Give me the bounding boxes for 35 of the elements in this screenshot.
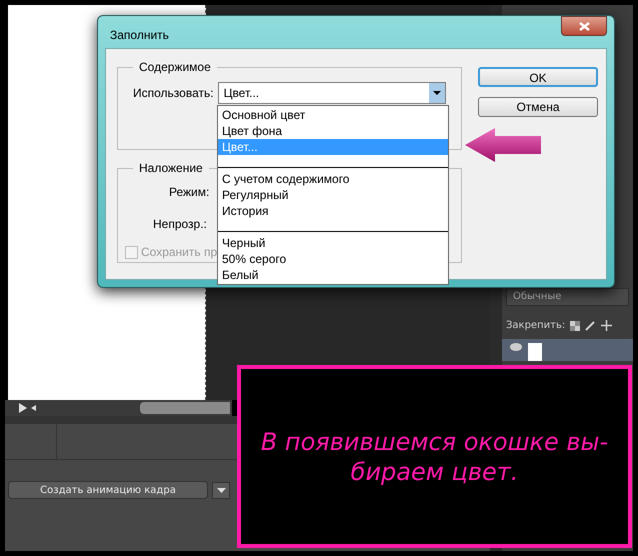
dropdown-option[interactable]: Основной цвет [218,107,448,123]
create-animation-button[interactable]: Создать анимацию кадра [8,481,208,499]
dropdown-option[interactable]: История [218,203,448,219]
dialog-button[interactable]: OK [478,67,598,87]
layer-row[interactable] [502,339,633,361]
use-select[interactable]: Цвет... [218,82,446,104]
dropdown-option[interactable]: С учетом содержимого [218,171,448,187]
checkerboard-icon[interactable] [570,320,580,330]
use-label: Использовать: [133,85,214,102]
annotation-text: бираем цвет. [350,456,518,486]
dropdown-option[interactable]: Цвет фона [218,123,448,139]
dropdown-option[interactable]: Регулярный [218,187,448,203]
brush-icon[interactable] [585,320,596,331]
eye-icon[interactable] [510,343,522,351]
dropdown-option[interactable]: 50% серого [218,251,448,267]
lock-label: Закрепить: [506,319,566,333]
opacity-label: Непрозр.: [153,216,207,233]
preserve-label: Сохранить пр [141,244,218,261]
blend-mode-select[interactable]: Обычные [506,288,629,306]
dialog-button[interactable]: Отмена [478,97,598,117]
scroll-thumb[interactable] [140,402,230,414]
layer-thumbnail [528,343,542,361]
close-button[interactable] [561,16,607,36]
caret-icon [216,488,226,492]
mode-label: Режим: [169,184,210,201]
dropdown-option[interactable]: Черный [218,235,448,251]
left-arrow-icon[interactable] [31,405,36,411]
annotation-text: В появившемся окошке вы- [260,426,608,456]
close-icon [578,22,590,30]
play-icon[interactable] [19,403,27,413]
window-title: Заполнить [110,27,169,44]
arrow-icon [465,128,541,162]
move-icon[interactable] [601,320,612,331]
dropdown-button[interactable] [212,482,230,498]
dropdown-option[interactable]: Белый [218,267,448,283]
